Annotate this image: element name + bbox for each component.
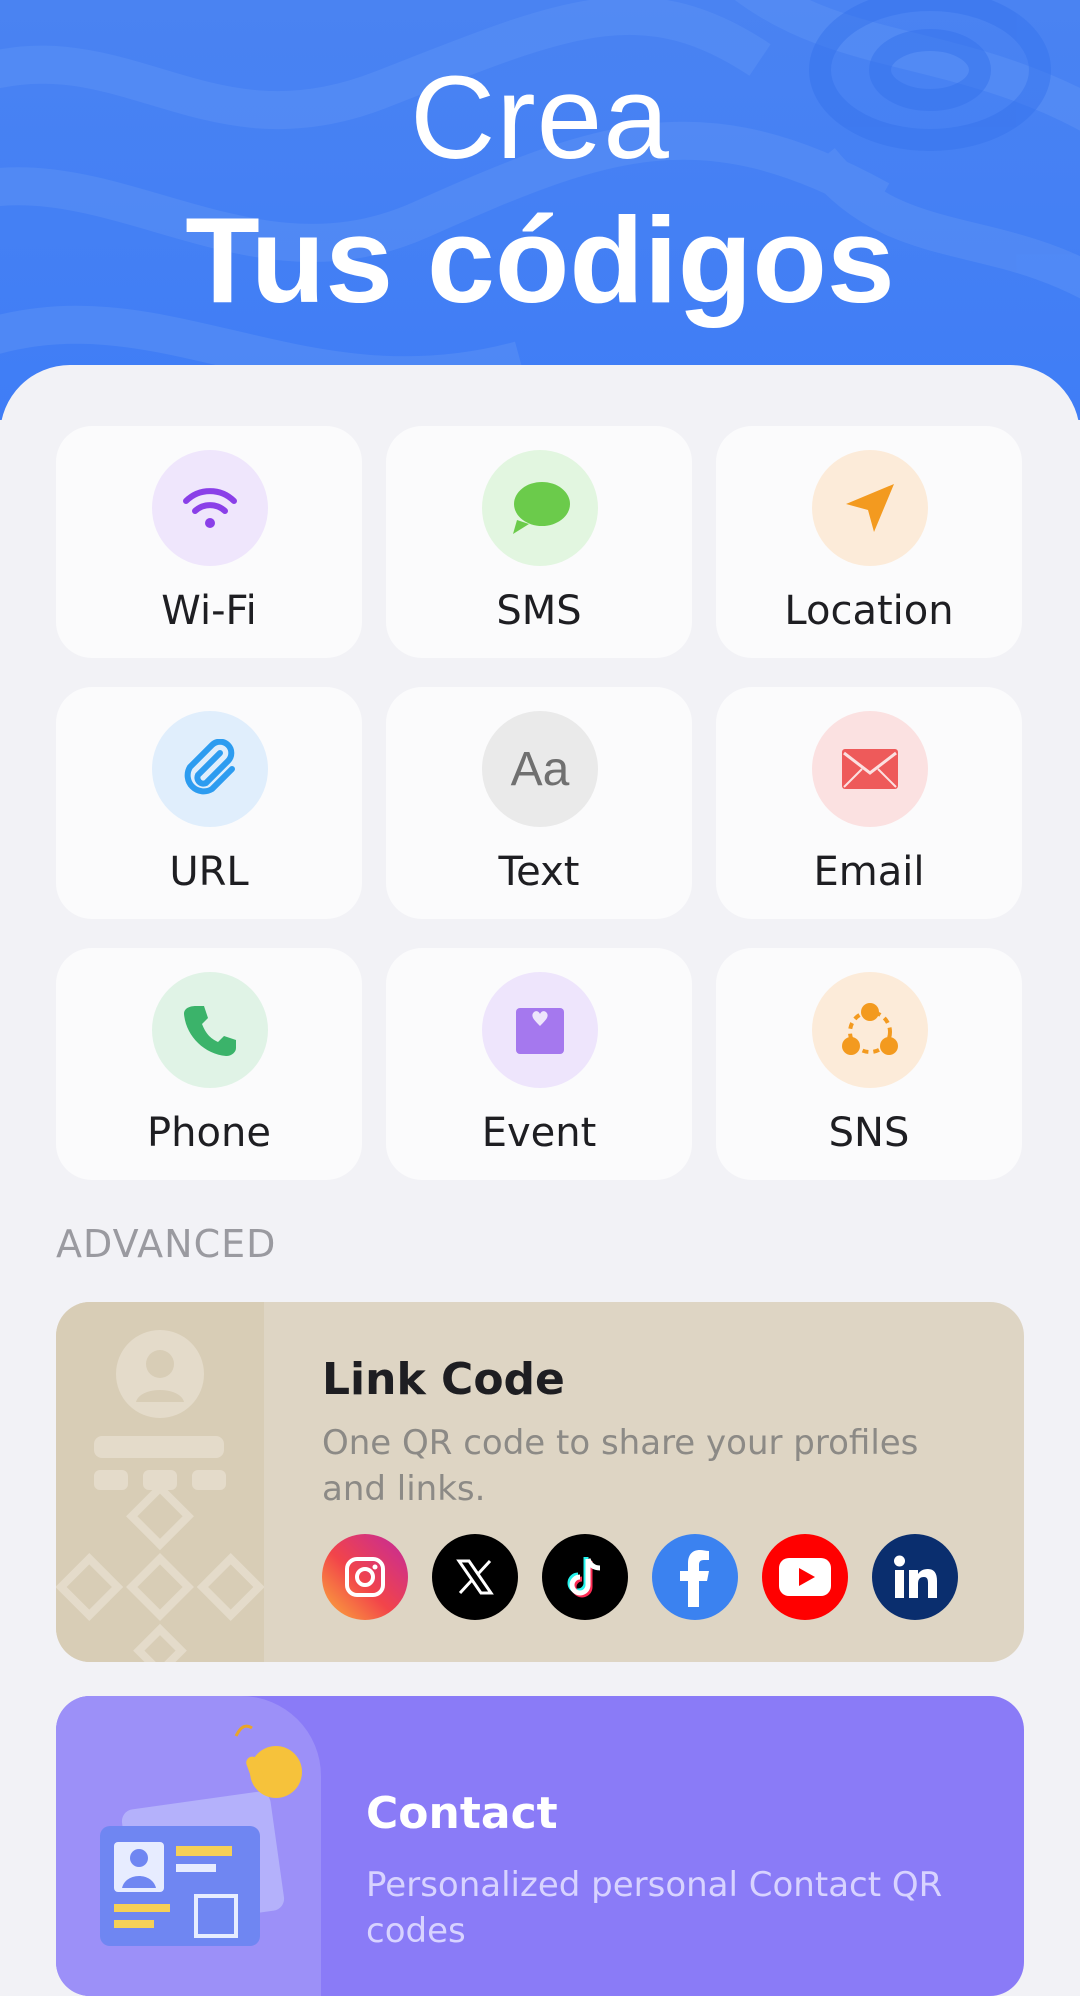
youtube-icon[interactable]	[762, 1534, 848, 1620]
wifi-icon	[152, 450, 268, 566]
instagram-icon[interactable]	[322, 1534, 408, 1620]
contact-card[interactable]: Contact Personalized personal Contact QR…	[56, 1696, 1024, 1996]
tile-location[interactable]: Location	[716, 426, 1022, 658]
tile-phone[interactable]: Phone	[56, 948, 362, 1180]
tile-event[interactable]: Event	[386, 948, 692, 1180]
tile-label: URL	[169, 849, 249, 895]
tile-label: Text	[498, 849, 580, 895]
paperclip-icon	[152, 711, 268, 827]
tile-label: Location	[784, 588, 954, 634]
share-nodes-icon	[812, 972, 928, 1088]
text-glyph: Aa	[510, 742, 570, 796]
link-code-illustration	[56, 1302, 265, 1662]
envelope-icon	[812, 711, 928, 827]
link-code-card[interactable]: Link Code One QR code to share your prof…	[56, 1302, 1024, 1662]
section-title-advanced: ADVANCED	[56, 1222, 277, 1266]
content-panel: Wi-Fi SMS Location URL Aa Text Email Pho…	[0, 365, 1080, 1996]
link-code-title: Link Code	[322, 1354, 565, 1405]
tile-sns[interactable]: SNS	[716, 948, 1022, 1180]
tile-url[interactable]: URL	[56, 687, 362, 919]
hero-title-line1: Crea	[410, 52, 670, 184]
text-icon: Aa	[482, 711, 598, 827]
contact-illustration	[56, 1696, 321, 1996]
tile-text[interactable]: Aa Text	[386, 687, 692, 919]
calendar-heart-icon	[482, 972, 598, 1088]
hero-title-line2: Tus códigos	[185, 192, 895, 328]
phone-icon	[152, 972, 268, 1088]
message-icon	[482, 450, 598, 566]
location-arrow-icon	[812, 450, 928, 566]
tile-sms[interactable]: SMS	[386, 426, 692, 658]
tile-label: Wi-Fi	[161, 588, 257, 634]
link-code-description: One QR code to share your profiles and l…	[322, 1423, 919, 1509]
hero-banner: Crea Tus códigos	[0, 0, 1080, 420]
tile-email[interactable]: Email	[716, 687, 1022, 919]
contact-description: Personalized personal Contact QR codes	[366, 1865, 943, 1951]
tile-label: SNS	[828, 1110, 910, 1156]
contact-title: Contact	[366, 1788, 558, 1839]
tile-label: Event	[481, 1110, 597, 1156]
linkedin-icon[interactable]	[872, 1534, 958, 1620]
facebook-icon[interactable]	[652, 1534, 738, 1620]
tile-label: Phone	[147, 1110, 271, 1156]
tile-label: SMS	[496, 588, 582, 634]
tile-wifi[interactable]: Wi-Fi	[56, 426, 362, 658]
x-icon[interactable]	[432, 1534, 518, 1620]
tile-label: Email	[813, 849, 925, 895]
tiktok-icon[interactable]	[542, 1534, 628, 1620]
